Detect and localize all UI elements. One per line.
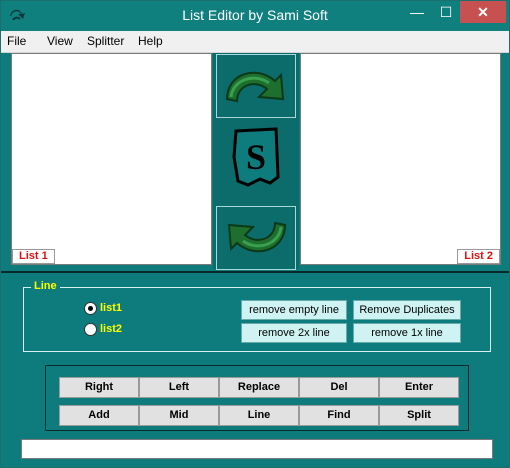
mid-button[interactable]: Mid	[139, 405, 219, 426]
status-input[interactable]	[21, 439, 493, 459]
menu-file[interactable]: File	[7, 34, 26, 48]
split-button[interactable]: Split	[379, 405, 459, 426]
list-1-tag: List 1	[12, 249, 55, 264]
title-bar[interactable]: List Editor by Sami Soft — ☐ ✕	[1, 1, 509, 31]
radio-list2-label[interactable]: list2	[100, 323, 122, 335]
list-2-tag: List 2	[457, 249, 500, 264]
menu-bar: File View Splitter Help	[1, 31, 509, 53]
replace-button[interactable]: Replace	[219, 377, 299, 398]
del-button[interactable]: Del	[299, 377, 379, 398]
left-button[interactable]: Left	[139, 377, 219, 398]
close-button[interactable]: ✕	[460, 1, 506, 23]
curved-arrow-left-icon	[227, 221, 287, 253]
enter-button[interactable]: Enter	[379, 377, 459, 398]
app-window: List Editor by Sami Soft — ☐ ✕ File View…	[0, 0, 510, 468]
radio-list1-label[interactable]: list1	[100, 302, 122, 314]
list-1-box[interactable]: List 1	[11, 53, 212, 265]
radio-list1[interactable]	[84, 302, 97, 315]
remove-2x-line-button[interactable]: remove 2x line	[241, 323, 347, 343]
minimize-button[interactable]: —	[403, 1, 431, 23]
menu-view[interactable]: View	[47, 34, 73, 48]
maximize-button[interactable]: ☐	[432, 1, 460, 23]
splitter-divider[interactable]	[1, 271, 509, 273]
add-button[interactable]: Add	[59, 405, 139, 426]
transfer-panel: S	[213, 53, 299, 270]
transfer-left-button[interactable]	[216, 206, 296, 270]
curved-arrow-right-icon	[225, 71, 285, 103]
remove-empty-line-button[interactable]: remove empty line	[241, 300, 347, 320]
transfer-right-button[interactable]	[216, 54, 296, 118]
remove-duplicates-button[interactable]: Remove Duplicates	[353, 300, 461, 320]
s-logo-icon: S	[232, 127, 280, 187]
radio-list1-dot	[88, 306, 93, 311]
menu-help[interactable]: Help	[138, 34, 163, 48]
line-button[interactable]: Line	[219, 405, 299, 426]
svg-text:S: S	[246, 137, 266, 177]
line-group-label: Line	[31, 280, 60, 292]
right-button[interactable]: Right	[59, 377, 139, 398]
find-button[interactable]: Find	[299, 405, 379, 426]
radio-list2[interactable]	[84, 323, 97, 336]
list-2-box[interactable]: List 2	[300, 53, 501, 265]
remove-1x-line-button[interactable]: remove 1x line	[353, 323, 461, 343]
menu-splitter[interactable]: Splitter	[87, 34, 124, 48]
